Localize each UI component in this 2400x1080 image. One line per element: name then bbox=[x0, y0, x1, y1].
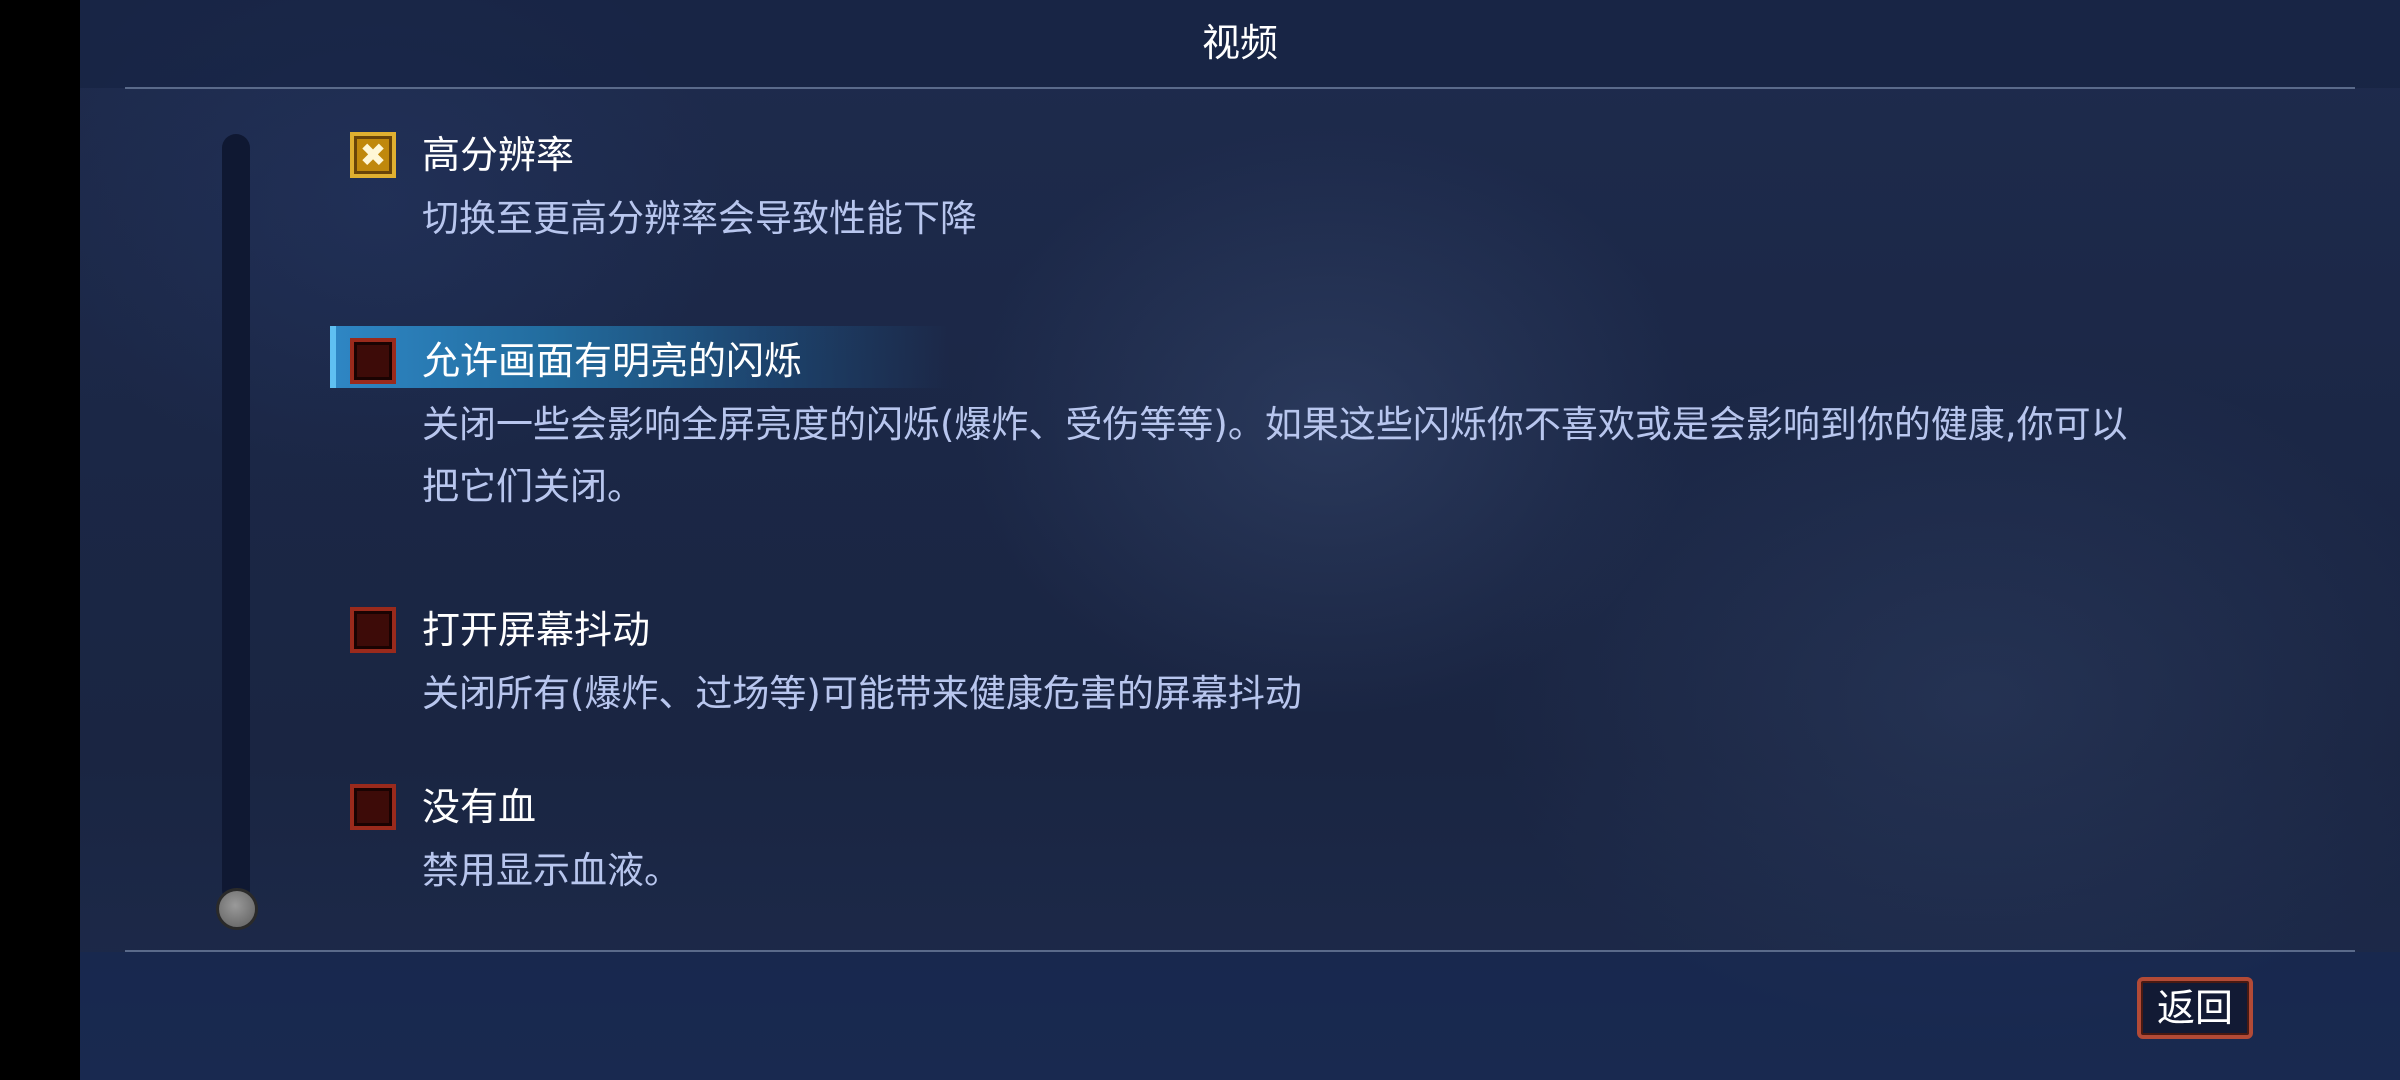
scrollbar-track[interactable] bbox=[222, 134, 250, 904]
header-divider bbox=[125, 87, 2355, 89]
footer-panel bbox=[80, 952, 2400, 1080]
scrollbar-thumb[interactable] bbox=[216, 888, 258, 930]
footer-divider bbox=[125, 950, 2355, 952]
screen-shake-checkbox[interactable] bbox=[350, 607, 396, 653]
checkmark-icon: ✖ bbox=[359, 136, 387, 174]
screen: 视频 ✖ 高分辨率 切换至更高分辨率会导致性能下降 允许画面有明亮的闪烁 关闭一… bbox=[0, 0, 2400, 1080]
no-blood-checkbox[interactable] bbox=[350, 784, 396, 830]
option-title: 允许画面有明亮的闪烁 bbox=[422, 339, 803, 383]
option-title: 没有血 bbox=[422, 785, 537, 829]
bright-flashes-checkbox[interactable] bbox=[350, 338, 396, 384]
option-title: 打开屏幕抖动 bbox=[422, 608, 651, 652]
high-resolution-checkbox[interactable]: ✖ bbox=[350, 132, 396, 178]
option-description: 禁用显示血液。 bbox=[422, 849, 681, 892]
page-title: 视频 bbox=[1201, 21, 1278, 65]
option-description: 关闭一些会影响全屏亮度的闪烁(爆炸、受伤等等)。如果这些闪烁你不喜欢或是会影响到… bbox=[422, 403, 2128, 508]
back-button[interactable]: 返回 bbox=[2137, 977, 2253, 1039]
option-description: 关闭所有(爆炸、过场等)可能带来健康危害的屏幕抖动 bbox=[422, 672, 1302, 715]
option-title: 高分辨率 bbox=[422, 133, 575, 177]
option-description: 切换至更高分辨率会导致性能下降 bbox=[422, 197, 977, 240]
